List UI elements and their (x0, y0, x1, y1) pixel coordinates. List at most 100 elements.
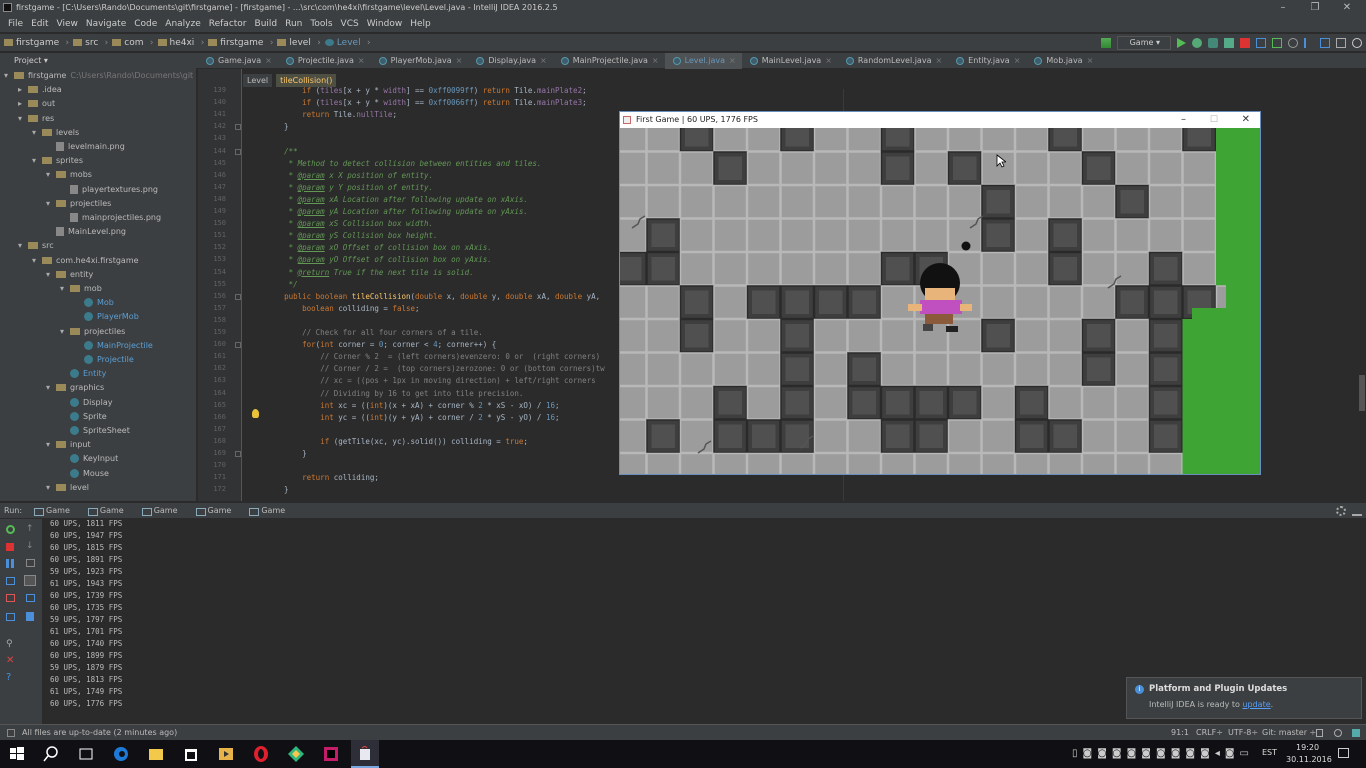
chevron-down-icon[interactable]: ▾ (46, 197, 56, 211)
chevron-down-icon[interactable]: ▾ (46, 268, 56, 282)
dump-threads-icon[interactable] (6, 577, 15, 585)
tab-mainprojectile[interactable]: MainProjectile.java × (553, 53, 665, 69)
status-icon[interactable] (7, 729, 15, 737)
tree-item[interactable]: SpriteSheet (60, 424, 130, 438)
git-branch[interactable]: Git: master ÷ (1262, 725, 1316, 741)
store-icon[interactable] (181, 744, 201, 764)
game-maximize-button[interactable]: ☐ (1210, 112, 1218, 128)
tab-playermob[interactable]: PlayerMob.java × (371, 53, 469, 69)
search-icon[interactable] (1352, 38, 1362, 48)
scroll-up-icon[interactable]: ↑ (26, 524, 34, 534)
menu-help[interactable]: Help (406, 16, 435, 32)
chevron-down-icon[interactable]: ▾ (46, 438, 56, 452)
settings-icon[interactable] (1336, 506, 1346, 516)
tab-game[interactable]: Game.java × (198, 53, 278, 69)
soft-wrap-icon[interactable] (26, 559, 35, 567)
vcs-commit-icon[interactable] (1272, 38, 1282, 48)
menu-edit[interactable]: Edit (27, 16, 52, 32)
project-structure-icon[interactable] (1336, 38, 1346, 48)
file-encoding[interactable]: UTF-8÷ (1228, 725, 1258, 741)
game-minimize-button[interactable]: – (1181, 112, 1186, 128)
lightbulb-icon[interactable] (252, 409, 259, 418)
chevron-down-icon[interactable]: ▾ (46, 381, 56, 395)
tree-item[interactable]: ▾ level (46, 481, 89, 495)
game-canvas[interactable] (620, 128, 1260, 474)
tab-mainlevel[interactable]: MainLevel.java × (742, 53, 838, 69)
menu-code[interactable]: Code (130, 16, 161, 32)
input-language[interactable]: EST (1262, 748, 1277, 757)
media-player-icon[interactable] (216, 744, 236, 764)
layout-icon[interactable] (6, 613, 15, 621)
restore-button[interactable]: ❐ (1300, 0, 1330, 16)
chevron-down-icon[interactable]: ▾ (4, 69, 14, 83)
tab-mob[interactable]: Mob.java × (1026, 53, 1099, 69)
tree-item[interactable]: ▾ projectiles (60, 325, 125, 339)
tray-icons[interactable]: ▯◙◙◙◙◙◙◙◙◙◂◙▭ (1072, 748, 1254, 759)
tree-item[interactable]: levelmain.png (46, 140, 125, 154)
clock-time[interactable]: 19:20 (1296, 743, 1319, 752)
chevron-down-icon[interactable]: ▾ (60, 325, 70, 339)
tab-close-icon[interactable]: × (540, 56, 547, 65)
chevron-down-icon[interactable]: ▾ (18, 239, 28, 253)
tab-display[interactable]: Display.java × (468, 53, 552, 69)
tab-close-icon[interactable]: × (358, 56, 365, 65)
tree-item[interactable]: ▾ src (18, 239, 54, 253)
minimize-button[interactable]: – (1268, 0, 1298, 16)
run-config-select[interactable]: Game ▾ (1116, 36, 1171, 50)
opera-icon[interactable] (251, 744, 271, 764)
update-notification[interactable]: i Platform and Plugin Updates IntelliJ I… (1126, 677, 1362, 719)
clock-date[interactable]: 30.11.2016 (1286, 755, 1332, 764)
tree-item[interactable]: Sprite (60, 410, 107, 424)
help-icon[interactable]: ? (6, 672, 11, 683)
chevron-down-icon[interactable]: ▾ (32, 254, 42, 268)
build-icon[interactable] (1100, 38, 1111, 48)
tab-level[interactable]: Level.java × (664, 53, 742, 69)
run-icon[interactable] (1177, 38, 1186, 48)
game-window[interactable]: First Game | 60 UPS, 1776 FPS – ☐ ✕ (619, 111, 1261, 475)
rerun-icon[interactable] (6, 525, 15, 534)
tree-item[interactable]: ▾ graphics (46, 381, 104, 395)
sdk-icon[interactable] (1320, 38, 1330, 48)
tree-item[interactable]: ▾ levels (32, 126, 79, 140)
scroll-end-icon[interactable] (24, 575, 36, 586)
chevron-down-icon[interactable]: ▾ (18, 112, 28, 126)
tree-item[interactable]: mainprojectiles.png (60, 211, 161, 225)
breadcrumb-item[interactable]: level (277, 38, 324, 48)
tree-item[interactable]: ▾ input (46, 438, 91, 452)
search-taskbar-icon[interactable] (41, 744, 61, 764)
tree-item[interactable]: KeyInput (60, 452, 118, 466)
tree-item[interactable]: Projectile (74, 353, 134, 367)
tree-item[interactable]: ▾ firstgame C:\Users\Rando\Documents\git (4, 69, 193, 83)
chevron-right-icon[interactable]: ▸ (18, 83, 28, 97)
pause-icon[interactable] (6, 559, 14, 568)
tree-item[interactable]: Mob (74, 296, 114, 310)
scroll-thumb[interactable] (1359, 375, 1365, 411)
close-run-icon[interactable]: ✕ (6, 655, 14, 666)
menu-file[interactable]: File (4, 16, 27, 32)
tree-item[interactable]: ▾ entity (46, 268, 93, 282)
close-button[interactable]: ✕ (1332, 0, 1362, 16)
tab-close-icon[interactable]: × (652, 56, 659, 65)
menu-view[interactable]: View (53, 16, 82, 32)
fold-end-icon[interactable] (235, 451, 241, 457)
tree-item[interactable]: ▾ sprites (32, 154, 83, 168)
menu-window[interactable]: Window (363, 16, 407, 32)
notifications-icon[interactable] (1338, 748, 1349, 758)
breadcrumb-item[interactable]: src (73, 38, 112, 48)
chevron-down-icon[interactable]: ▾ (60, 282, 70, 296)
profile-icon[interactable] (1224, 38, 1234, 48)
tab-close-icon[interactable]: × (265, 56, 272, 65)
menu-refactor[interactable]: Refactor (205, 16, 251, 32)
tab-close-icon[interactable]: × (935, 56, 942, 65)
pin-icon[interactable]: ⚲ (6, 639, 13, 649)
chevron-down-icon[interactable]: ▾ (32, 126, 42, 140)
project-panel-header[interactable]: Project ▾ (0, 53, 196, 69)
tree-item[interactable]: ▾ mobs (46, 168, 92, 182)
line-separator[interactable]: CRLF÷ (1196, 725, 1223, 741)
vcs-history-icon[interactable] (1288, 38, 1298, 48)
menu-analyze[interactable]: Analyze (161, 16, 204, 32)
tree-item[interactable]: Entity (60, 367, 106, 381)
run-tab-game[interactable]: Game (80, 503, 134, 519)
tab-close-icon[interactable]: × (1014, 56, 1021, 65)
chevron-down-icon[interactable]: ▾ (46, 168, 56, 182)
